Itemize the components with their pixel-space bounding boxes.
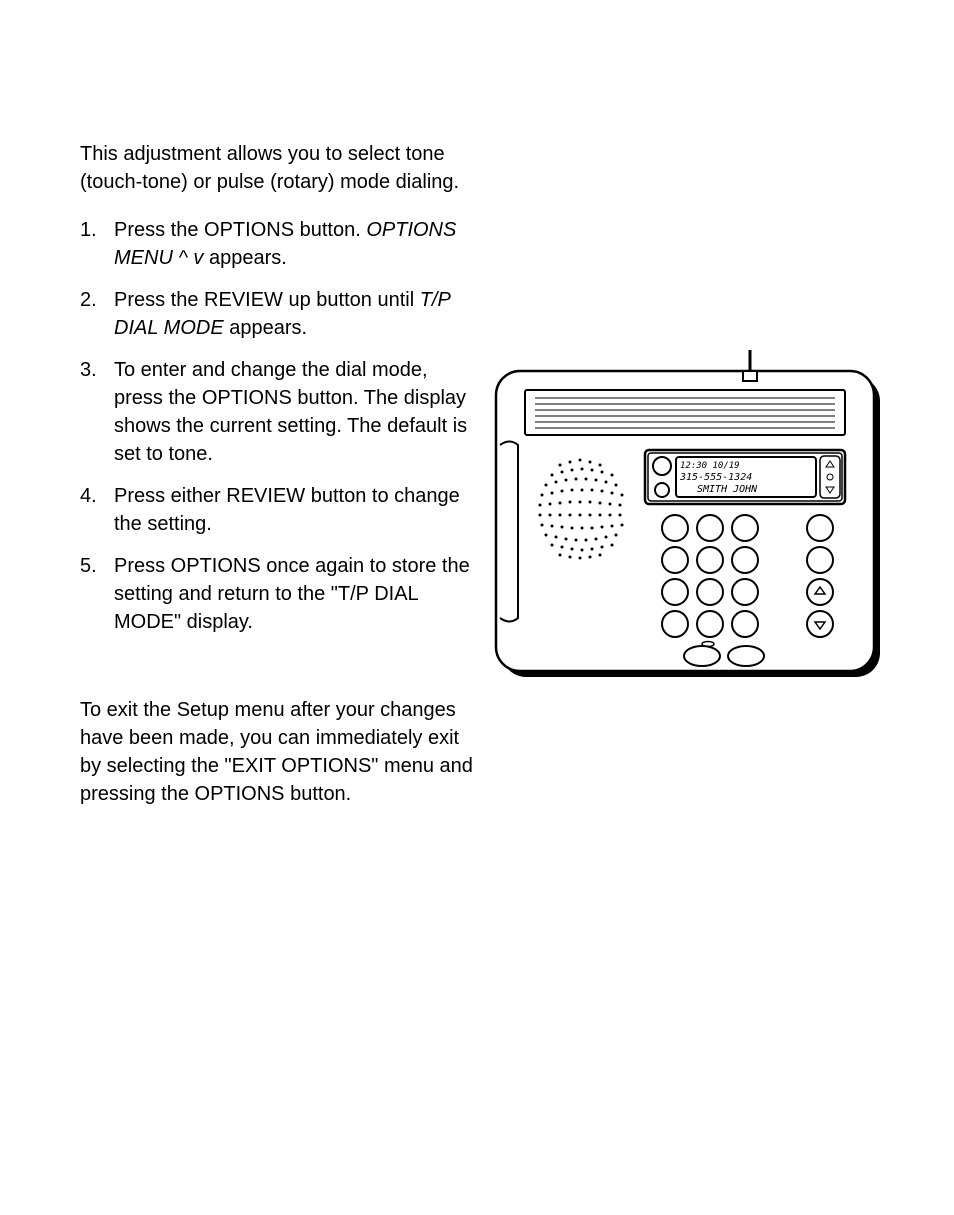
step-item: Press either REVIEW button to change the… <box>80 482 480 538</box>
step-text-pre: Press either REVIEW button to change the… <box>114 485 460 535</box>
step-text-pre: To enter and change the dial mode, press… <box>114 359 467 465</box>
steps-list: Press the OPTIONS button. OPTIONS MENU ^… <box>80 216 480 636</box>
step-item: Press OPTIONS once again to store the se… <box>80 552 480 636</box>
lcd-line-3: SMITH JOHN <box>697 484 758 495</box>
step-text-pre: Press the REVIEW up button until <box>114 289 420 311</box>
phone-illustration: 12:30 10/19 315-555-1324 SMITH JOHN <box>490 350 880 690</box>
page-content: This adjustment allows you to select ton… <box>0 0 954 888</box>
step-item: To enter and change the dial mode, press… <box>80 356 480 468</box>
lcd-line-1: 12:30 10/19 <box>680 461 740 471</box>
step-item: Press the REVIEW up button until T/P DIA… <box>80 286 480 342</box>
step-item: Press the OPTIONS button. OPTIONS MENU ^… <box>80 216 480 272</box>
outro-paragraph: To exit the Setup menu after your change… <box>80 696 480 808</box>
step-text-post: appears. <box>203 247 286 269</box>
lcd-line-2: 315-555-1324 <box>679 472 752 483</box>
intro-paragraph: This adjustment allows you to select ton… <box>80 140 480 196</box>
step-text-post: appears. <box>224 317 307 339</box>
step-text-pre: Press OPTIONS once again to store the se… <box>114 555 470 633</box>
step-text-pre: Press the OPTIONS button. <box>114 219 366 241</box>
